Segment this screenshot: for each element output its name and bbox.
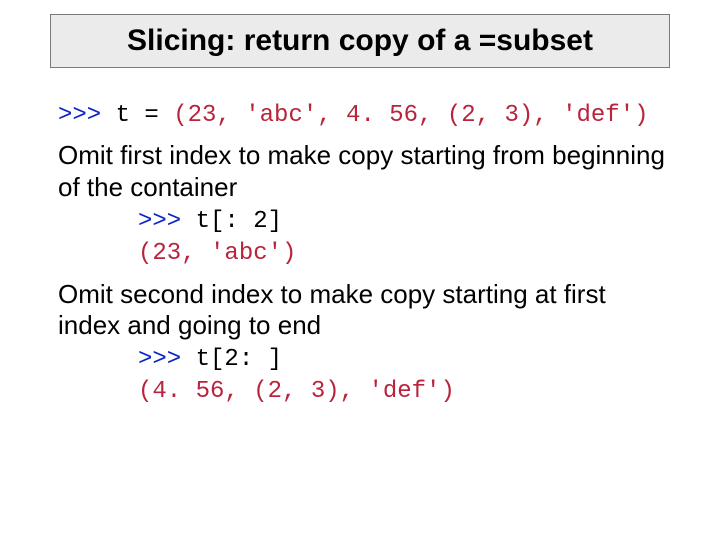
repl-prompt: >>> bbox=[58, 102, 116, 129]
code-expr: t[2: ] bbox=[196, 346, 282, 373]
explanation-omit-first: Omit first index to make copy starting f… bbox=[58, 140, 668, 203]
code-result-literal: (23, 'abc') bbox=[138, 240, 296, 267]
code-result-literal: (4. 56, (2, 3), 'def') bbox=[138, 378, 455, 405]
result-slice-to-2: (23, 'abc') bbox=[58, 238, 668, 270]
code-tuple-literal: (23, 'abc', 4. 56, (2, 3), 'def') bbox=[173, 102, 648, 129]
slide-title-box: Slicing: return copy of a =subset bbox=[50, 14, 670, 68]
repl-prompt: >>> bbox=[138, 346, 196, 373]
slide-title: Slicing: return copy of a =subset bbox=[127, 24, 593, 58]
code-slice-from-2: >>> t[2: ] bbox=[58, 344, 668, 376]
code-slice-to-2: >>> t[: 2] bbox=[58, 206, 668, 238]
slide-body: >>> t = (23, 'abc', 4. 56, (2, 3), 'def'… bbox=[58, 100, 668, 409]
explanation-omit-second: Omit second index to make copy starting … bbox=[58, 279, 668, 342]
result-slice-from-2: (4. 56, (2, 3), 'def') bbox=[58, 376, 668, 408]
repl-prompt: >>> bbox=[138, 208, 196, 235]
code-tuple-definition: >>> t = (23, 'abc', 4. 56, (2, 3), 'def'… bbox=[58, 100, 668, 132]
code-expr: t[: 2] bbox=[196, 208, 282, 235]
code-assign: t = bbox=[116, 102, 174, 129]
